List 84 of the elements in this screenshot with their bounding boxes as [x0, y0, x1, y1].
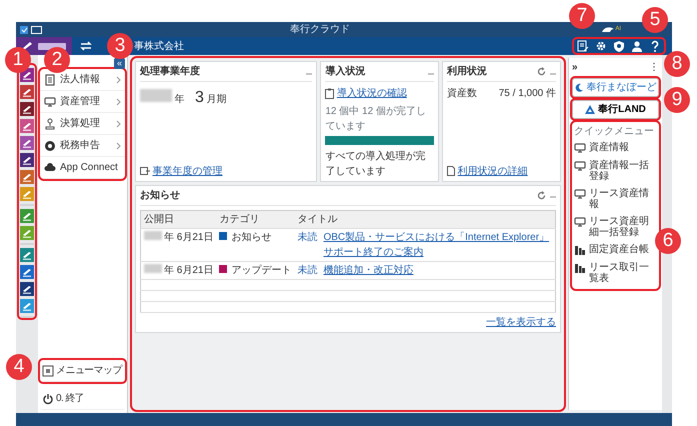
quick-menu-item[interactable]: リース資産明細一括登録 [574, 213, 657, 241]
show-all-link[interactable]: 一覧を表示する [486, 317, 556, 328]
app-icon[interactable] [20, 102, 34, 116]
company-name: 事株式会社 [134, 40, 184, 54]
refresh-icon[interactable] [537, 67, 546, 76]
callout-badge: 4 [6, 354, 32, 380]
quick-menu-item[interactable]: 資産情報 [574, 139, 657, 157]
monitor-icon [574, 142, 586, 154]
monitor-icon [574, 160, 586, 172]
refresh-icon[interactable] [537, 190, 546, 200]
callout-badge: 7 [569, 3, 595, 29]
collapse-button[interactable]: « [114, 58, 125, 69]
callout-badge: 8 [664, 51, 690, 77]
callout-badge: 5 [642, 7, 668, 33]
settings-icon[interactable] [595, 40, 607, 52]
triangle-logo-icon [585, 105, 596, 114]
panel-title: 導入状況 [325, 64, 366, 79]
cloud-icon [44, 162, 56, 174]
panel-title: 利用状況 [447, 64, 488, 79]
quick-menu-item[interactable]: 固定資産台帳 [574, 241, 657, 259]
redacted-block [144, 264, 162, 272]
column-header: カテゴリ [216, 210, 294, 228]
setup-status-link[interactable]: 導入状況の確認 [336, 86, 407, 101]
edit-icon[interactable] [577, 40, 589, 52]
books-icon [574, 262, 586, 274]
books-icon [574, 244, 586, 256]
link-button[interactable]: 奉行まなぼーど [572, 78, 659, 97]
date-cell: 年 6月21日 [164, 264, 214, 276]
stamp-icon [44, 118, 56, 130]
panel-title: 処理事業年度 [140, 64, 201, 79]
app-icon [20, 26, 28, 34]
window-title: 奉行クラウド [290, 23, 350, 37]
fiscal-month: 3 [195, 88, 204, 108]
monitor-icon [574, 216, 586, 228]
app-icon[interactable] [20, 282, 34, 296]
notice-link[interactable]: 機能追加・改正対応 [323, 262, 552, 278]
menu-item[interactable]: メニューマップ [40, 360, 125, 382]
bird-icon [601, 24, 616, 34]
window-icon [31, 26, 42, 34]
status-text: すべての導入処理が完了しています [325, 150, 426, 178]
date-cell: 年 6月21日 [164, 232, 214, 242]
app-icon[interactable] [20, 265, 34, 279]
monitor-icon [574, 188, 586, 200]
swap-icon[interactable] [80, 41, 92, 51]
usage-label: 資産数 [447, 86, 478, 101]
coin-icon [44, 140, 56, 152]
category-label: アップデート [231, 264, 292, 276]
menu-map-icon [42, 364, 54, 376]
document-icon [447, 166, 456, 176]
clipboard-icon [325, 88, 334, 99]
more-button[interactable]: ⋮ [649, 60, 659, 75]
unread-label: 未読 [297, 232, 318, 242]
usage-details-link[interactable]: 利用状況の詳細 [458, 164, 528, 178]
help-icon[interactable] [649, 40, 661, 52]
quick-menu-title: クイックメニュー [574, 125, 655, 139]
redacted-block [140, 89, 172, 102]
month-label: 月期 [206, 92, 226, 107]
user-icon[interactable] [631, 40, 643, 52]
app-icon[interactable] [20, 136, 34, 150]
fiscal-year-link[interactable]: 事業年度の管理 [152, 164, 222, 178]
quick-menu-item[interactable]: 資産情報一括登録 [574, 157, 657, 185]
monitor-icon [44, 96, 56, 108]
unread-label: 未読 [297, 264, 318, 276]
callout-badge: 6 [655, 228, 681, 254]
column-header: 公開日 [140, 210, 216, 228]
notice-link[interactable]: OBC製品・サービスにおける「Internet Explorer」サポート終了のご案内 [323, 230, 552, 260]
callout-badge: 9 [664, 87, 690, 113]
progress-text: 12 個中 12 個が完了しています [325, 104, 427, 134]
app-icon[interactable] [20, 85, 34, 99]
shield-icon[interactable] [613, 40, 625, 52]
column-header: タイトル [294, 210, 556, 228]
panel-title: お知らせ [140, 188, 181, 202]
moon-icon [574, 83, 584, 92]
quick-menu-item[interactable]: リース資産情報 [574, 185, 657, 213]
category-label: お知らせ [231, 232, 272, 242]
usage-value: 75 / 1,000 件 [498, 87, 556, 101]
year-label: 年 [174, 93, 184, 107]
callout-badge: 1 [5, 47, 31, 73]
link-button[interactable]: 奉行LAND [572, 100, 659, 119]
redacted-block [144, 230, 162, 240]
app-icon[interactable] [20, 153, 34, 167]
quick-menu-item[interactable]: リース取引一覧表 [574, 259, 657, 287]
power-icon [42, 392, 54, 404]
expand-button[interactable]: » [572, 60, 578, 75]
